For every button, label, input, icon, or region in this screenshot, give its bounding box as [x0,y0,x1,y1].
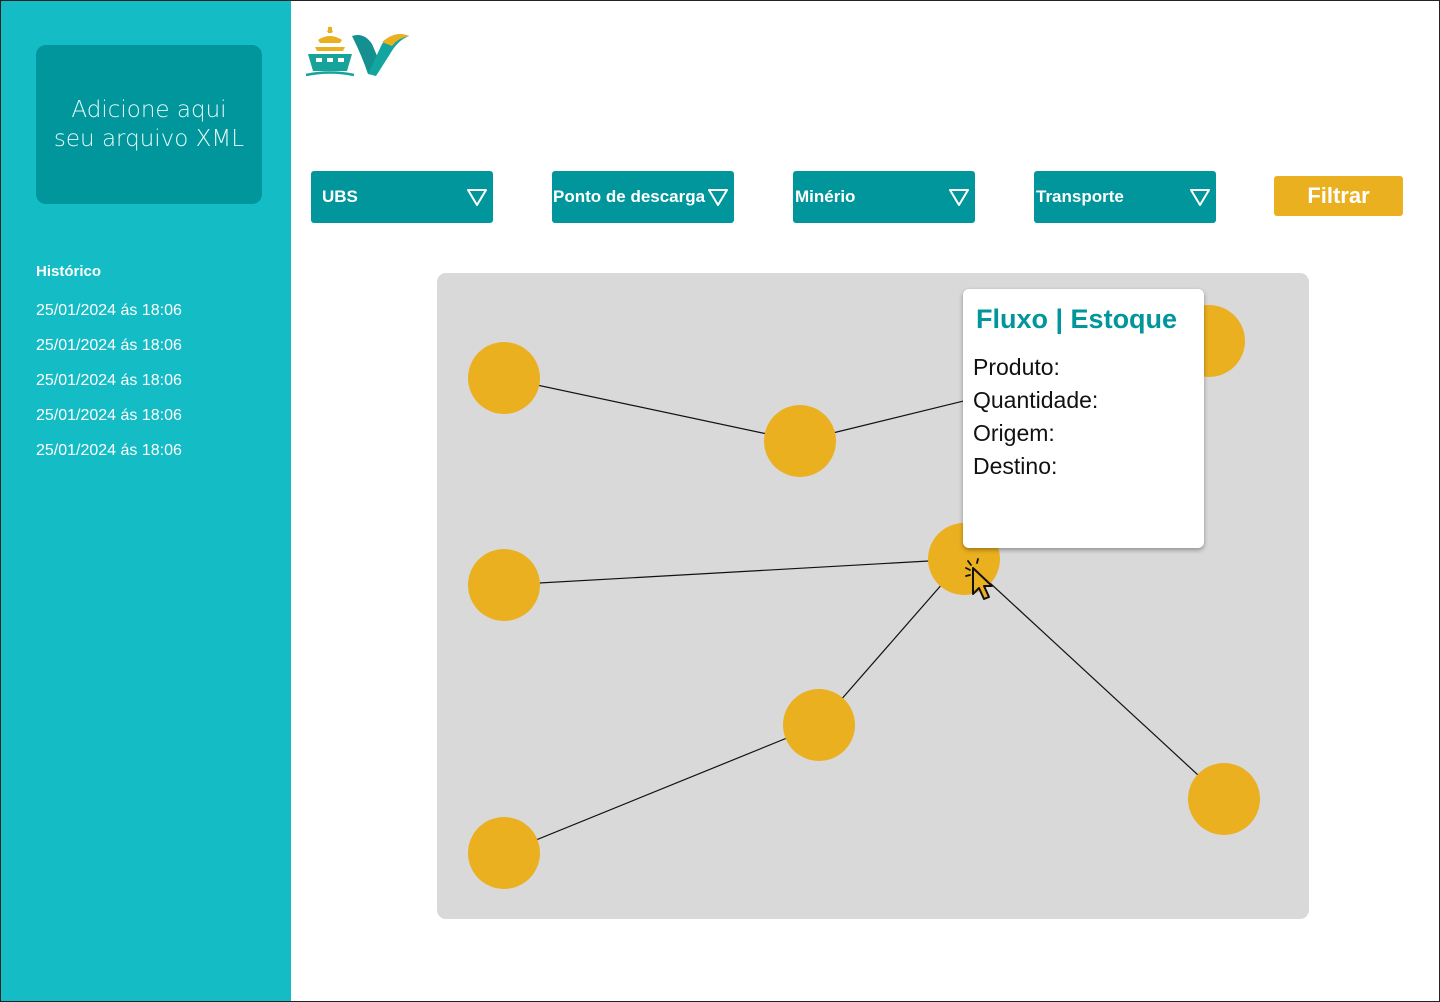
tooltip-field-destino: Destino: [973,453,1058,479]
history-item[interactable]: 25/01/2024 ás 18:06 [36,301,182,336]
tooltip-field-origem: Origem: [973,420,1055,446]
graph-edge [503,558,965,586]
history-item[interactable]: 25/01/2024 ás 18:06 [36,441,182,476]
graph-edge [963,558,1225,800]
triangle-down-icon [467,189,487,206]
triangle-down-icon [949,189,969,206]
filter-button[interactable]: Filtrar [1274,176,1403,216]
triangle-down-icon [1190,189,1210,206]
tooltip-field-quantidade: Quantidade: [973,387,1099,413]
history-item[interactable]: 25/01/2024 ás 18:06 [36,371,182,406]
sidebar: Adicione aqui seu arquivo XML Histórico … [0,0,291,1002]
flow-tooltip: Fluxo | Estoque Produto: Quantidade: Ori… [963,289,1204,548]
dropdown-label: Ponto de descarga [553,187,706,206]
triangle-down-icon [708,189,728,206]
tooltip-field-produto: Produto: [973,354,1060,380]
graph-node[interactable] [468,549,540,621]
ship-and-v-logo [305,26,409,77]
graph-node[interactable] [1188,763,1260,835]
xml-upload-button[interactable]: Adicione aqui seu arquivo XML [36,45,262,204]
dropdown-ubs[interactable]: UBS [311,171,493,223]
graph-node[interactable] [764,405,836,477]
history-title: Histórico [36,263,102,280]
history-list: 25/01/2024 ás 18:06 25/01/2024 ás 18:06 … [36,301,182,476]
dropdown-minerio[interactable]: Minério [793,171,975,223]
graph-node[interactable] [468,817,540,889]
graph-node[interactable] [783,689,855,761]
tooltip-title: Fluxo | Estoque [976,304,1178,334]
history-item[interactable]: 25/01/2024 ás 18:06 [36,406,182,441]
dropdown-label: Transporte [1036,187,1124,206]
history-item[interactable]: 25/01/2024 ás 18:06 [36,336,182,371]
click-cursor-icon [965,558,993,600]
graph-node[interactable] [468,342,540,414]
dropdown-transporte[interactable]: Transporte [1034,171,1216,223]
dropdown-label: Minério [795,187,856,206]
graph-edge [503,724,820,854]
dropdown-ponto-de-descarga[interactable]: Ponto de descarga [552,171,734,223]
xml-upload-label: Adicione aqui seu arquivo XML [53,96,245,152]
graph-edge [503,377,801,442]
dropdown-label: UBS [322,187,358,206]
